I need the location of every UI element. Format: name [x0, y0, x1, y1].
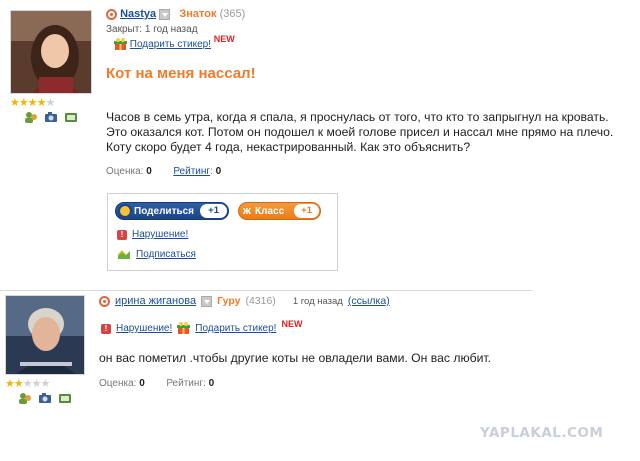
question-author-points: (365) — [219, 8, 246, 20]
answer-header: ирина жиганова Гуру (4316) 1 год назад (… — [99, 295, 390, 307]
answer-gift-sticker-link[interactable]: Подарить стикер! — [195, 323, 276, 334]
answer-author-name[interactable]: ирина жиганова — [115, 295, 196, 307]
answer-divider — [0, 290, 532, 291]
question-author-stars: ★ ★ ★ ★ ★ — [10, 97, 55, 109]
share-box: Поделиться +1 ж Класс +1 ! Нарушение! По… — [107, 193, 338, 271]
rating-label: Рейтинг: — [166, 378, 206, 389]
warning-icon: ! — [101, 323, 111, 334]
score-label: Оценка: — [106, 166, 144, 177]
answer-permalink[interactable]: (ссылка) — [348, 295, 390, 307]
violation-row: ! Нарушение! — [117, 229, 188, 240]
gift-icon[interactable] — [114, 38, 127, 51]
question-title: Кот на меня нассал! — [106, 65, 256, 82]
mail-icon[interactable] — [99, 295, 110, 307]
users-icon[interactable] — [24, 111, 38, 123]
share-count: +1 — [200, 204, 227, 218]
question-author-icons — [24, 111, 78, 123]
answer-author-stars: ★ ★ ★ ★ ★ — [5, 378, 50, 390]
answer-actions: ! Нарушение! Подарить стикер! NEW — [101, 318, 303, 335]
new-badge: NEW — [281, 318, 303, 329]
violation-link[interactable]: Нарушение! — [132, 229, 188, 240]
new-badge: NEW — [213, 34, 235, 45]
dropdown-icon[interactable] — [159, 8, 171, 20]
rating-link[interactable]: Рейтинг — [173, 166, 210, 177]
answer-author-avatar[interactable] — [5, 295, 85, 375]
question-gift-sticker: Подарить стикер! NEW — [114, 34, 235, 51]
camera-icon[interactable] — [44, 111, 58, 123]
subscribe-link[interactable]: Подписаться — [136, 249, 196, 260]
score-label: Оценка: — [99, 378, 137, 389]
gift-sticker-link[interactable]: Подарить стикер! — [130, 39, 211, 50]
video-icon[interactable] — [58, 392, 72, 404]
answer-text: он вас пометил .чтобы другие коты не овл… — [99, 351, 492, 365]
mailru-icon — [118, 204, 132, 218]
users-icon[interactable] — [18, 392, 32, 404]
question-closed-time: Закрыт: 1 год назад — [106, 24, 198, 35]
score-value: 0 — [146, 166, 152, 177]
question-stats: Оценка: 0 Рейтинг: 0 — [106, 166, 222, 177]
answer-time: 1 год назад — [292, 295, 343, 307]
class-count: +1 — [294, 204, 319, 218]
answer-violation-link[interactable]: Нарушение! — [116, 323, 172, 334]
question-author-avatar[interactable] — [10, 10, 92, 94]
question-text: Часов в семь утра, когда я спала, я прос… — [106, 110, 614, 154]
camera-icon[interactable] — [38, 392, 52, 404]
answer-author-icons — [18, 392, 72, 404]
site-watermark: YAPLAKAL.COM — [480, 425, 604, 441]
question-header: Nastya Знаток (365) — [106, 8, 245, 20]
warning-icon: ! — [117, 229, 127, 240]
answer-author-rank: Гуру — [217, 295, 241, 307]
score-value: 0 — [139, 378, 145, 389]
answer-stats: Оценка: 0 Рейтинг: 0 — [99, 378, 214, 389]
subscribe-icon — [117, 249, 130, 259]
question-author-name[interactable]: Nastya — [120, 8, 156, 20]
gift-icon[interactable] — [177, 322, 191, 335]
share-button[interactable]: Поделиться +1 — [115, 202, 229, 220]
class-button[interactable]: ж Класс +1 — [238, 202, 321, 220]
subscribe-row: Подписаться — [117, 249, 196, 260]
video-icon[interactable] — [64, 111, 78, 123]
rating-value: 0 — [215, 166, 222, 177]
dropdown-icon[interactable] — [201, 295, 213, 307]
question-author-rank: Знаток — [179, 8, 217, 20]
odnoklassniki-icon: ж — [243, 205, 251, 217]
rating-value: 0 — [208, 378, 215, 389]
mail-icon[interactable] — [106, 8, 117, 20]
answer-author-points: (4316) — [245, 295, 276, 307]
